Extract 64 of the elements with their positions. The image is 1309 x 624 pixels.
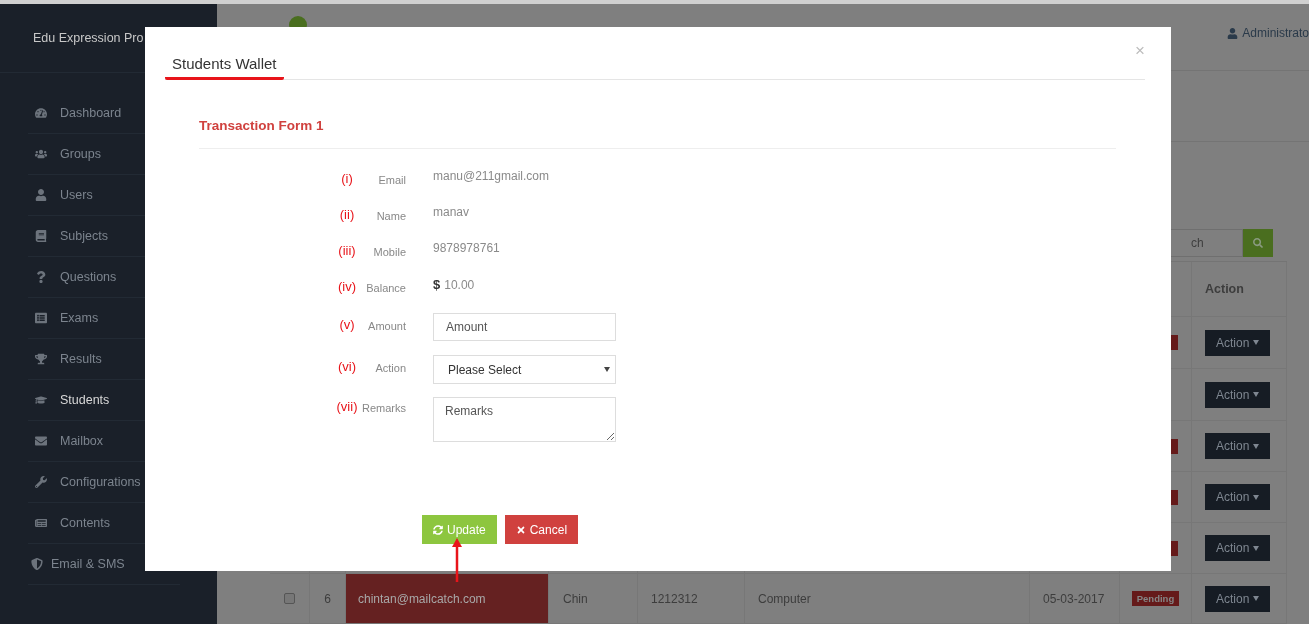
field-label: Action — [374, 362, 406, 374]
list-icon — [33, 312, 49, 324]
close-icon — [515, 524, 526, 535]
table-cell: 05-03-2017 — [1043, 591, 1105, 606]
annotation-arrow — [451, 538, 463, 582]
user-menu[interactable]: Administrato — [1227, 26, 1309, 41]
caret-icon — [1253, 340, 1260, 345]
caret-icon — [1253, 545, 1260, 551]
field-value: 9878978761 — [433, 241, 500, 255]
cancel-button[interactable]: Cancel — [504, 515, 579, 544]
search-icon — [1253, 238, 1263, 248]
dashboard-icon — [33, 107, 49, 119]
action-dropdown-button[interactable]: Action — [1205, 381, 1271, 408]
field-label: Balance — [365, 282, 406, 294]
wrench-icon — [33, 476, 49, 488]
table-cell: 1212312 — [651, 591, 698, 606]
annotation-marker: (v) — [338, 317, 356, 332]
field-label: Mobile — [372, 246, 406, 258]
section-title: Transaction Form 1 — [199, 118, 1116, 149]
annotation-marker: (ii) — [338, 207, 356, 222]
graduation-cap-icon — [33, 394, 49, 406]
search-button[interactable] — [1243, 229, 1273, 257]
row-checkbox[interactable] — [284, 593, 295, 604]
envelope-icon — [33, 435, 49, 447]
table-cell: Chin — [563, 591, 588, 606]
field-label: Name — [375, 210, 406, 222]
annotation-marker: (vii) — [335, 399, 359, 414]
field-value: manav — [433, 205, 470, 219]
column-header: Action — [1205, 282, 1244, 296]
status-badge: Pending — [1131, 591, 1180, 606]
action-dropdown-button[interactable]: Action — [1205, 329, 1271, 356]
shield-icon — [29, 558, 45, 570]
annotation-marker: (iv) — [336, 279, 357, 294]
caret-icon — [1253, 392, 1260, 397]
user-icon — [1227, 27, 1239, 39]
field-label: Amount — [367, 320, 406, 332]
table-cell: Computer — [758, 591, 811, 606]
caret-icon — [1253, 494, 1260, 500]
user-icon — [33, 189, 49, 201]
annotation-marker: (i) — [340, 171, 354, 186]
action-select[interactable]: Please Select — [433, 355, 616, 384]
users-icon — [33, 148, 49, 160]
field-label: Email — [377, 174, 406, 186]
book-icon — [33, 230, 49, 242]
modal-title: Students Wallet — [165, 55, 284, 80]
remarks-field[interactable]: Remarks — [433, 397, 616, 442]
action-dropdown-button[interactable]: Action — [1205, 433, 1271, 459]
caret-icon — [1253, 596, 1260, 601]
caret-icon — [1253, 443, 1260, 449]
annotation-marker: (vi) — [336, 359, 357, 374]
newspaper-icon — [33, 517, 49, 529]
refresh-icon — [433, 524, 443, 535]
action-dropdown-button[interactable]: Action — [1205, 484, 1271, 510]
table-cell: 6 — [324, 591, 331, 606]
amount-field[interactable]: Amount — [433, 313, 616, 341]
caret-icon — [604, 367, 610, 372]
annotation-marker: (iii) — [337, 243, 357, 258]
trophy-icon — [33, 353, 49, 365]
table-cell: chintan@mailcatch.com — [358, 591, 486, 606]
action-dropdown-button[interactable]: Action — [1205, 535, 1271, 561]
currency-symbol: $ — [433, 277, 441, 292]
action-dropdown-button[interactable]: Action — [1205, 585, 1271, 612]
field-label: Remarks — [361, 402, 406, 414]
balance-value: 10.00 — [444, 278, 475, 292]
